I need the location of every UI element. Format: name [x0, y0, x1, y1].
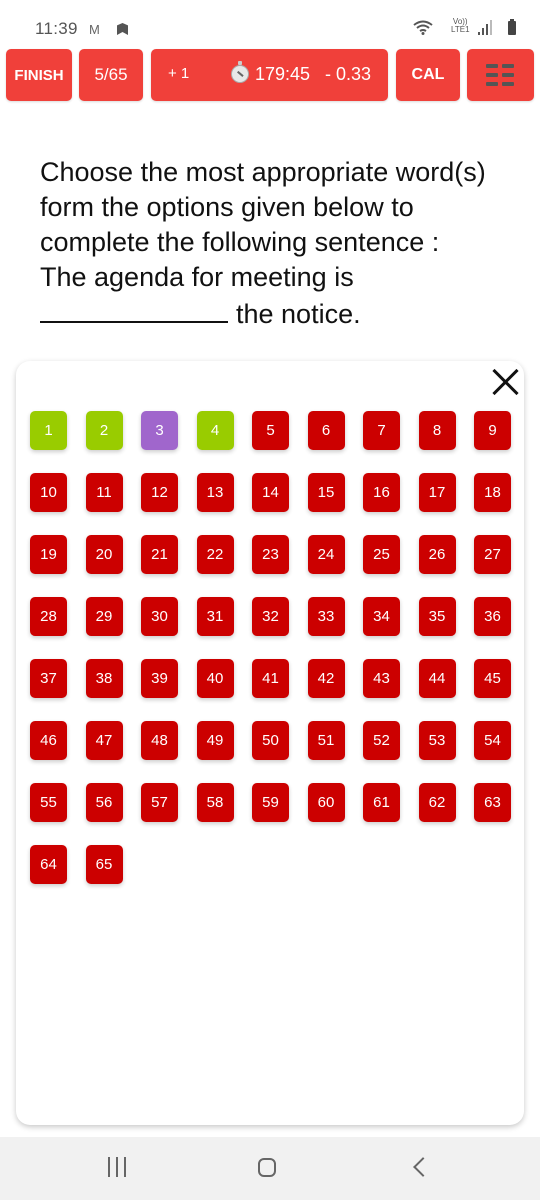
- calculator-button[interactable]: CAL: [396, 49, 460, 101]
- question-button-2[interactable]: 2: [85, 411, 123, 450]
- question-button-46[interactable]: 46: [30, 721, 67, 760]
- question-button-55[interactable]: 55: [30, 783, 67, 822]
- marks-timer-panel: + 1 179:45 - 0.33: [151, 49, 388, 101]
- lte-label: LTE1: [451, 25, 470, 34]
- grid-menu-icon: [485, 64, 516, 86]
- question-button-63[interactable]: 63: [474, 783, 511, 822]
- wifi-icon: [413, 20, 433, 35]
- question-text: Choose the most appropriate word(s) form…: [40, 155, 520, 332]
- question-button-14[interactable]: 14: [252, 473, 289, 512]
- question-button-48[interactable]: 48: [141, 721, 178, 760]
- question-button-28[interactable]: 28: [30, 597, 67, 636]
- question-button-32[interactable]: 32: [252, 597, 289, 636]
- question-button-36[interactable]: 36: [474, 597, 511, 636]
- question-button-9[interactable]: 9: [474, 411, 511, 450]
- question-counter[interactable]: 5/65: [79, 49, 143, 101]
- question-button-1[interactable]: 1: [30, 411, 67, 450]
- question-button-53[interactable]: 53: [418, 721, 456, 760]
- question-button-11[interactable]: 11: [85, 473, 123, 512]
- question-palette-button[interactable]: [467, 49, 534, 101]
- question-button-65[interactable]: 65: [85, 845, 123, 884]
- stopwatch-icon: [231, 61, 249, 83]
- question-line-blank: the notice.: [40, 295, 520, 332]
- question-button-49[interactable]: 49: [196, 721, 234, 760]
- question-button-29[interactable]: 29: [85, 597, 123, 636]
- signal-icon: [478, 20, 492, 35]
- question-button-64[interactable]: 64: [30, 845, 67, 884]
- question-button-24[interactable]: 24: [307, 535, 345, 574]
- question-line: complete the following sentence :: [40, 227, 440, 257]
- question-button-10[interactable]: 10: [30, 473, 67, 512]
- recents-icon[interactable]: [108, 1157, 126, 1177]
- question-button-47[interactable]: 47: [85, 721, 123, 760]
- question-palette-card: 1 2 3 4 5 6 7 8 9 10 11 12 13 14 15 16 17 18 19 20 21 22 23 24 2…: [16, 361, 524, 1125]
- question-button-37[interactable]: 37: [30, 659, 67, 698]
- question-button-59[interactable]: 59: [252, 783, 289, 822]
- question-button-45[interactable]: 45: [474, 659, 511, 698]
- question-button-6[interactable]: 6: [307, 411, 345, 450]
- question-line: The agenda for meeting is: [40, 262, 354, 292]
- question-button-3[interactable]: 3: [141, 411, 178, 450]
- question-button-22[interactable]: 22: [196, 535, 234, 574]
- question-button-52[interactable]: 52: [363, 721, 400, 760]
- question-button-43[interactable]: 43: [363, 659, 400, 698]
- question-button-25[interactable]: 25: [363, 535, 400, 574]
- question-button-15[interactable]: 15: [307, 473, 345, 512]
- status-time: 11:39: [35, 19, 78, 38]
- volte-icon: Vo)) LTE1: [451, 18, 470, 34]
- question-button-38[interactable]: 38: [85, 659, 123, 698]
- finish-button[interactable]: FINISH: [6, 49, 72, 101]
- system-nav-bar: [0, 1137, 540, 1200]
- question-button-42[interactable]: 42: [307, 659, 345, 698]
- positive-marks: + 1: [168, 65, 190, 82]
- question-button-26[interactable]: 26: [418, 535, 456, 574]
- question-button-35[interactable]: 35: [418, 597, 456, 636]
- question-button-54[interactable]: 54: [474, 721, 511, 760]
- negative-marks: - 0.33: [325, 64, 372, 84]
- navigation-icon: [117, 23, 128, 35]
- question-button-7[interactable]: 7: [363, 411, 400, 450]
- question-button-17[interactable]: 17: [418, 473, 456, 512]
- question-button-40[interactable]: 40: [196, 659, 234, 698]
- question-button-41[interactable]: 41: [252, 659, 289, 698]
- question-button-20[interactable]: 20: [85, 535, 123, 574]
- question-button-13[interactable]: 13: [196, 473, 234, 512]
- gmail-icon: M: [89, 22, 100, 37]
- timer: 179:45: [255, 64, 311, 84]
- battery-icon: [508, 19, 516, 35]
- question-button-12[interactable]: 12: [141, 473, 178, 512]
- question-line: form the options given below to: [40, 192, 414, 222]
- question-button-31[interactable]: 31: [196, 597, 234, 636]
- question-line: Choose the most appropriate word(s): [40, 157, 486, 187]
- question-button-39[interactable]: 39: [141, 659, 178, 698]
- question-button-50[interactable]: 50: [252, 721, 289, 760]
- question-button-27[interactable]: 27: [474, 535, 511, 574]
- question-button-8[interactable]: 8: [418, 411, 456, 450]
- question-button-62[interactable]: 62: [418, 783, 456, 822]
- question-button-60[interactable]: 60: [307, 783, 345, 822]
- question-button-21[interactable]: 21: [141, 535, 178, 574]
- question-button-23[interactable]: 23: [252, 535, 289, 574]
- status-bar: 11:39 M Vo)) LTE1: [0, 0, 540, 46]
- question-button-56[interactable]: 56: [85, 783, 123, 822]
- home-icon[interactable]: [258, 1158, 276, 1177]
- question-button-44[interactable]: 44: [418, 659, 456, 698]
- question-button-34[interactable]: 34: [363, 597, 400, 636]
- question-button-61[interactable]: 61: [363, 783, 400, 822]
- question-button-4[interactable]: 4: [196, 411, 234, 450]
- close-icon[interactable]: [489, 366, 521, 398]
- question-button-57[interactable]: 57: [141, 783, 178, 822]
- back-icon[interactable]: [413, 1157, 433, 1177]
- question-button-58[interactable]: 58: [196, 783, 234, 822]
- question-button-30[interactable]: 30: [141, 597, 178, 636]
- question-button-51[interactable]: 51: [307, 721, 345, 760]
- answer-blank: [40, 295, 228, 323]
- question-button-33[interactable]: 33: [307, 597, 345, 636]
- question-button-16[interactable]: 16: [363, 473, 400, 512]
- question-button-5[interactable]: 5: [252, 411, 289, 450]
- question-button-19[interactable]: 19: [30, 535, 67, 574]
- question-button-18[interactable]: 18: [474, 473, 511, 512]
- blank-suffix: the notice.: [236, 299, 361, 329]
